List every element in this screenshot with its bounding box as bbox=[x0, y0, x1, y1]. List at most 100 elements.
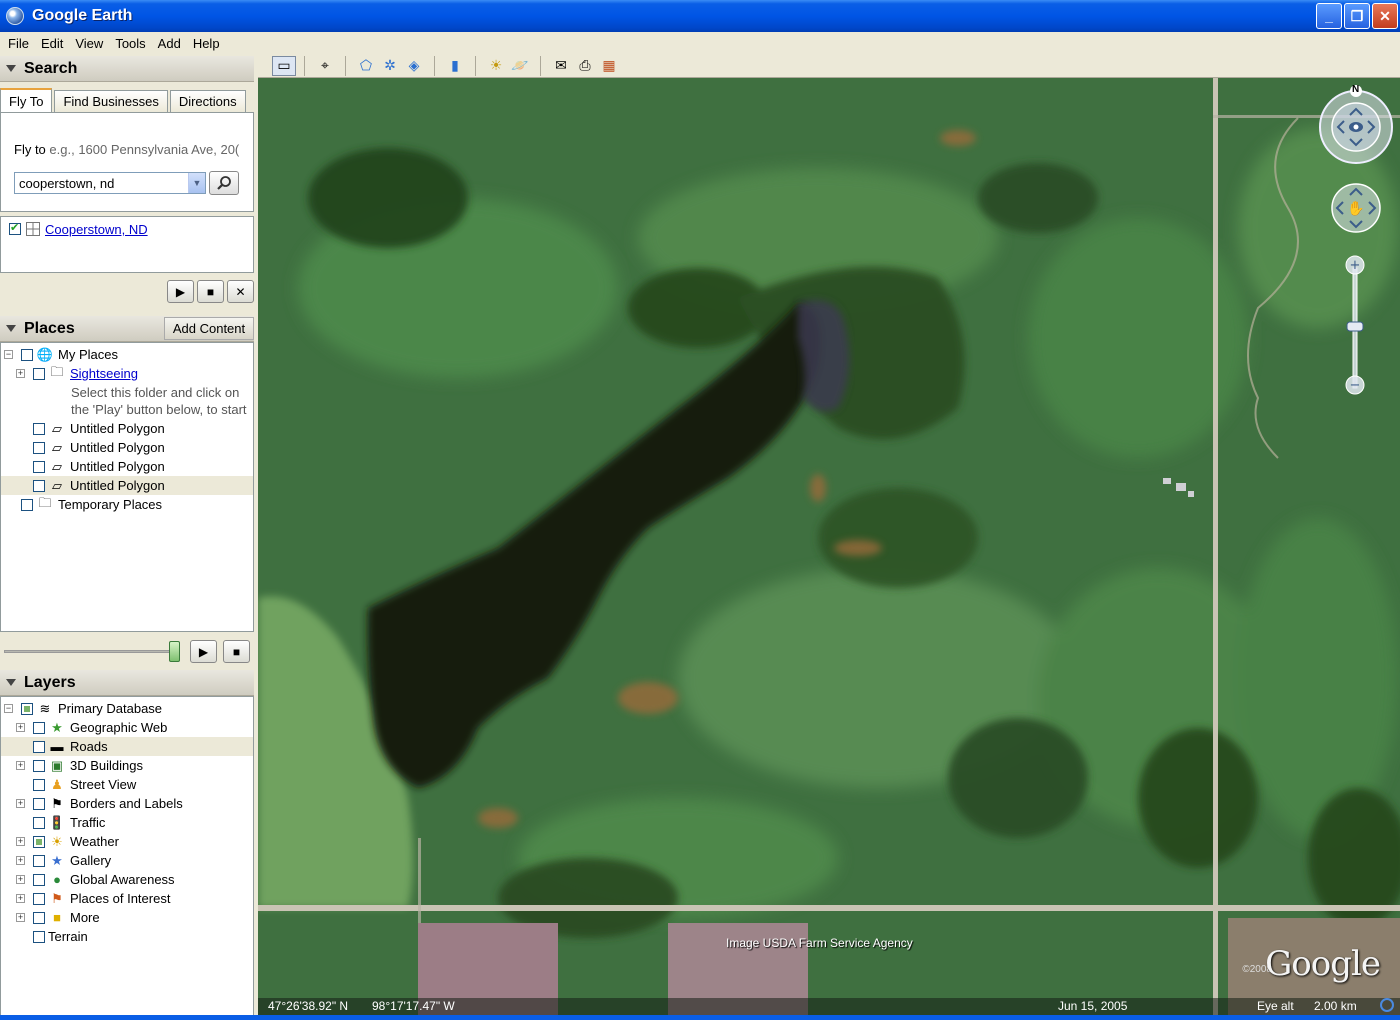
checkbox[interactable] bbox=[33, 892, 45, 905]
layer-3d-buildings[interactable]: + ▣ 3D Buildings bbox=[1, 756, 253, 775]
layer-primary-database[interactable]: − ≋ Primary Database bbox=[1, 699, 253, 718]
expand-icon[interactable]: + bbox=[16, 761, 25, 770]
checkbox[interactable] bbox=[33, 367, 45, 380]
stop-button[interactable]: ■ bbox=[197, 280, 224, 303]
checkbox[interactable] bbox=[33, 835, 45, 848]
checkbox[interactable] bbox=[33, 778, 45, 791]
menu-view[interactable]: View bbox=[69, 36, 109, 51]
email-icon[interactable]: ✉ bbox=[549, 56, 573, 76]
search-panel-header[interactable]: Search bbox=[0, 56, 254, 82]
tour-slider[interactable] bbox=[4, 650, 179, 653]
tab-directions[interactable]: Directions bbox=[169, 90, 246, 112]
tab-find-businesses[interactable]: Find Businesses bbox=[54, 90, 168, 112]
sidebar-toggle-icon[interactable]: ▭ bbox=[272, 55, 296, 76]
checkbox[interactable] bbox=[33, 854, 45, 867]
close-button[interactable]: ✕ bbox=[1372, 3, 1398, 29]
tree-item-temporary-places[interactable]: 🗀 Temporary Places bbox=[1, 495, 253, 514]
checkbox[interactable] bbox=[33, 759, 45, 772]
tree-item-polygon[interactable]: ▱ Untitled Polygon bbox=[1, 476, 253, 495]
layer-geographic-web[interactable]: + ★ Geographic Web bbox=[1, 718, 253, 737]
tree-item-my-places[interactable]: − 🌐 My Places bbox=[1, 345, 253, 364]
traffic-light-icon: 🚦 bbox=[48, 814, 66, 830]
maximize-button[interactable]: ❐ bbox=[1344, 3, 1370, 29]
layer-gallery[interactable]: + ★ Gallery bbox=[1, 851, 253, 870]
menu-help[interactable]: Help bbox=[187, 36, 226, 51]
add-placemark-icon[interactable]: ⌖ bbox=[313, 56, 337, 76]
layer-terrain[interactable]: Terrain bbox=[1, 927, 253, 946]
search-input[interactable]: cooperstown, nd ▼ bbox=[14, 172, 206, 194]
expand-icon[interactable]: + bbox=[16, 723, 25, 732]
checkbox[interactable] bbox=[33, 422, 45, 435]
checkbox[interactable] bbox=[33, 479, 45, 492]
toolbar: ▭ ⌖ ⬠ ✲ ◈ ▮ ☀ 🪐 ✉ ⎙ ▦ bbox=[258, 54, 1400, 78]
checkbox[interactable] bbox=[33, 816, 45, 829]
checkbox[interactable] bbox=[33, 721, 45, 734]
expand-icon[interactable]: + bbox=[16, 875, 25, 884]
add-content-button[interactable]: Add Content bbox=[164, 317, 254, 340]
tour-slider-handle[interactable] bbox=[169, 641, 180, 662]
ruler-icon[interactable]: ▮ bbox=[443, 56, 467, 76]
tree-label: My Places bbox=[58, 347, 118, 362]
layer-global-awareness[interactable]: + ● Global Awareness bbox=[1, 870, 253, 889]
menu-tools[interactable]: Tools bbox=[109, 36, 151, 51]
checkbox[interactable] bbox=[21, 498, 33, 511]
expand-icon[interactable]: + bbox=[16, 894, 25, 903]
layer-weather[interactable]: + ☀ Weather bbox=[1, 832, 253, 851]
checkbox[interactable] bbox=[33, 930, 45, 943]
result-checkbox[interactable] bbox=[9, 221, 21, 235]
eye-alt-label: Eye alt bbox=[1257, 999, 1294, 1013]
result-link[interactable]: Cooperstown, ND bbox=[45, 222, 148, 237]
tree-label[interactable]: Sightseeing bbox=[70, 366, 138, 381]
layer-roads[interactable]: ▬ Roads bbox=[1, 737, 253, 756]
layer-traffic[interactable]: 🚦 Traffic bbox=[1, 813, 253, 832]
chevron-down-icon[interactable]: ▼ bbox=[188, 173, 205, 193]
checkbox[interactable] bbox=[21, 702, 33, 715]
add-overlay-icon[interactable]: ◈ bbox=[402, 56, 426, 76]
expand-icon[interactable]: + bbox=[16, 856, 25, 865]
menu-edit[interactable]: Edit bbox=[35, 36, 69, 51]
result-item[interactable]: Cooperstown, ND bbox=[9, 221, 148, 237]
add-path-icon[interactable]: ✲ bbox=[378, 56, 402, 76]
stop-button[interactable]: ■ bbox=[223, 640, 250, 663]
checkbox[interactable] bbox=[33, 911, 45, 924]
expand-icon[interactable]: + bbox=[16, 913, 25, 922]
expand-icon[interactable]: + bbox=[16, 837, 25, 846]
checkbox[interactable] bbox=[33, 460, 45, 473]
layer-places-of-interest[interactable]: + ⚑ Places of Interest bbox=[1, 889, 253, 908]
sunlight-icon[interactable]: ☀ bbox=[484, 56, 508, 76]
menu-add[interactable]: Add bbox=[152, 36, 187, 51]
play-button[interactable]: ▶ bbox=[167, 280, 194, 303]
sky-planet-icon[interactable]: 🪐 bbox=[508, 56, 532, 76]
add-polygon-icon[interactable]: ⬠ bbox=[354, 56, 378, 76]
minimize-button[interactable]: _ bbox=[1316, 3, 1342, 29]
google-maps-icon[interactable]: ▦ bbox=[597, 56, 621, 76]
expand-icon[interactable]: + bbox=[16, 369, 25, 378]
layers-panel-header[interactable]: Layers bbox=[0, 670, 254, 696]
places-panel-header[interactable]: Places Add Content bbox=[0, 316, 254, 342]
north-indicator[interactable]: N bbox=[1352, 84, 1359, 95]
tab-fly-to[interactable]: Fly To bbox=[0, 88, 53, 112]
collapse-icon[interactable]: − bbox=[4, 704, 13, 713]
map-view[interactable]: N ✋ + − Image USDA Farm Service Agency ©… bbox=[258, 78, 1400, 1015]
layer-street-view[interactable]: ♟ Street View bbox=[1, 775, 253, 794]
collapse-icon[interactable]: − bbox=[4, 350, 13, 359]
tree-item-polygon[interactable]: ▱ Untitled Polygon bbox=[1, 419, 253, 438]
clear-button[interactable]: ✕ bbox=[227, 280, 254, 303]
search-button[interactable] bbox=[209, 171, 239, 195]
menu-file[interactable]: File bbox=[2, 36, 35, 51]
checkbox[interactable] bbox=[21, 348, 33, 361]
play-button[interactable]: ▶ bbox=[190, 640, 217, 663]
tree-item-polygon[interactable]: ▱ Untitled Polygon bbox=[1, 438, 253, 457]
checkbox[interactable] bbox=[33, 873, 45, 886]
layer-borders-labels[interactable]: + ⚑ Borders and Labels bbox=[1, 794, 253, 813]
checkbox[interactable] bbox=[33, 441, 45, 454]
checkbox[interactable] bbox=[33, 740, 45, 753]
print-icon[interactable]: ⎙ bbox=[573, 56, 597, 76]
layer-more[interactable]: + ■ More bbox=[1, 908, 253, 927]
checkbox[interactable] bbox=[33, 797, 45, 810]
tree-item-polygon[interactable]: ▱ Untitled Polygon bbox=[1, 457, 253, 476]
tree-item-sightseeing[interactable]: + 🗀 Sightseeing bbox=[1, 364, 253, 383]
expand-icon[interactable]: + bbox=[16, 799, 25, 808]
polygon-icon: ▱ bbox=[52, 477, 62, 493]
search-icon bbox=[217, 176, 231, 190]
